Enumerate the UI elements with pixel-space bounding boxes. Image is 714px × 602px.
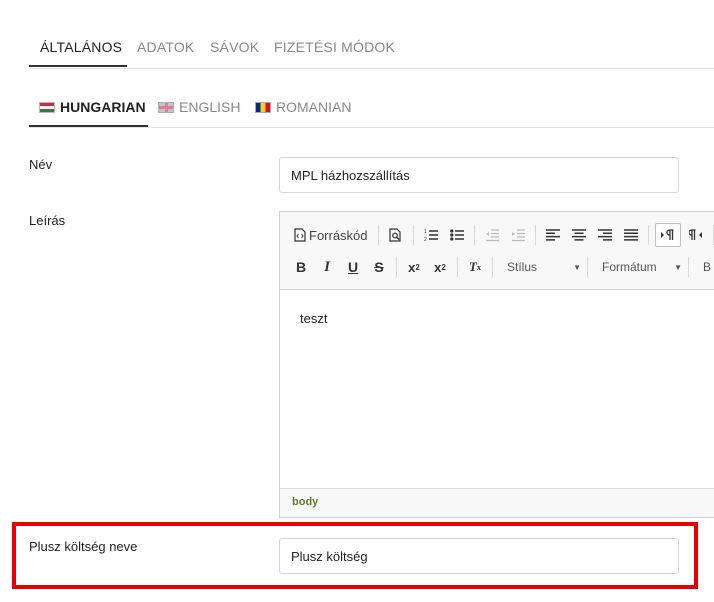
uk-flag-icon [158, 101, 174, 113]
style-dropdown[interactable]: Stílus ▼ [499, 256, 585, 278]
format-dropdown-label: Formátum [602, 260, 657, 274]
main-tabs: ÁLTALÁNOS ADATOK SÁVOK FIZETÉSI MÓDOK [29, 30, 714, 69]
toolbar-separator [688, 257, 689, 277]
rtl-icon [688, 229, 702, 240]
source-button[interactable]: Forráskód [290, 223, 372, 247]
toolbar-separator [396, 257, 397, 277]
active-tab-indicator [29, 65, 127, 67]
toolbar-separator [457, 257, 458, 277]
align-right-icon [597, 229, 612, 241]
active-language-indicator [29, 125, 148, 127]
editor-path-bar: body [280, 488, 714, 517]
indent-icon [511, 229, 525, 242]
indent-button[interactable] [507, 223, 529, 247]
justify-button[interactable] [620, 223, 642, 247]
tab-adatok[interactable]: ADATOK [137, 39, 194, 55]
element-path[interactable]: body [292, 496, 318, 508]
style-dropdown-label: Stílus [507, 260, 538, 274]
editor-toolbar: Forráskód 1 2 B I U S x 2 x 2 T x Stílus… [280, 212, 714, 290]
tab-savok[interactable]: SÁVOK [210, 39, 259, 55]
remove-format-button[interactable]: Tx [464, 255, 486, 279]
tab-hungarian-label: HUNGARIAN [60, 99, 146, 115]
name-label: Név [29, 157, 53, 172]
toolbar-separator [712, 225, 714, 245]
extra-cost-name-label: Plusz költség neve [29, 539, 138, 554]
source-label: Forráskód [309, 227, 368, 243]
preview-icon [389, 228, 401, 242]
numbered-list-icon: 1 2 [424, 229, 438, 242]
numbered-list-button[interactable]: 1 2 [420, 223, 442, 247]
tab-english-label: ENGLISH [179, 99, 241, 115]
language-tabs: HUNGARIAN ENGLISH ROMANIAN [29, 90, 714, 128]
tab-fizetesi-modok[interactable]: FIZETÉSI MÓDOK [274, 39, 395, 55]
svg-text:2: 2 [424, 237, 427, 242]
tab-altalanos[interactable]: ÁLTALÁNOS [40, 39, 122, 55]
toolbar-separator [534, 225, 536, 245]
tab-romanian[interactable]: ROMANIAN [255, 99, 351, 115]
align-left-icon [545, 229, 560, 241]
source-icon [294, 228, 306, 242]
hungary-flag-icon [39, 101, 55, 113]
toolbar-separator [587, 257, 588, 277]
tab-hungarian[interactable]: HUNGARIAN [39, 99, 146, 115]
outdent-icon [485, 229, 499, 242]
toolbar-row-1: Forráskód 1 2 [290, 222, 714, 248]
toolbar-row-2: B I U S x2 x2 Tx Stílus ▼ Formátum ▼ B [290, 254, 714, 280]
text-direction-ltr-button[interactable] [654, 223, 681, 247]
chevron-down-icon: ▼ [573, 262, 581, 272]
tab-english[interactable]: ENGLISH [158, 99, 240, 115]
toolbar-separator [492, 257, 493, 277]
align-center-button[interactable] [568, 223, 590, 247]
superscript-button[interactable]: x2 [429, 255, 451, 279]
bullet-list-icon [449, 229, 464, 241]
strikethrough-button[interactable]: S [368, 255, 390, 279]
justify-icon [623, 229, 638, 241]
subscript-button[interactable]: x2 [403, 255, 425, 279]
extra-cost-name-input[interactable] [279, 538, 679, 574]
editor-content[interactable]: teszt [300, 311, 327, 326]
align-center-icon [571, 229, 586, 241]
tab-romanian-label: ROMANIAN [276, 99, 352, 115]
align-right-button[interactable] [594, 223, 616, 247]
bullet-list-button[interactable] [446, 223, 468, 247]
chevron-down-icon: ▼ [674, 262, 682, 272]
font-dropdown[interactable]: B [695, 256, 714, 278]
font-dropdown-label: B [703, 260, 712, 274]
rich-text-editor: Forráskód 1 2 B I U S x 2 x 2 T x Stílus… [279, 211, 714, 518]
svg-text:1: 1 [424, 229, 427, 235]
italic-button[interactable]: I [316, 255, 338, 279]
text-direction-rtl-button[interactable] [685, 223, 707, 247]
romania-flag-icon [255, 101, 271, 113]
preview-button[interactable] [385, 223, 407, 247]
ltr-icon [660, 229, 674, 240]
toolbar-separator [412, 225, 414, 245]
align-left-button[interactable] [542, 223, 564, 247]
outdent-button[interactable] [481, 223, 503, 247]
bold-button[interactable]: B [290, 255, 312, 279]
name-input[interactable] [279, 157, 679, 193]
underline-button[interactable]: U [342, 255, 364, 279]
toolbar-separator [473, 225, 475, 245]
toolbar-separator [647, 225, 649, 245]
description-label: Leírás [29, 213, 66, 228]
toolbar-separator [377, 225, 379, 245]
format-dropdown[interactable]: Formátum ▼ [594, 256, 686, 278]
